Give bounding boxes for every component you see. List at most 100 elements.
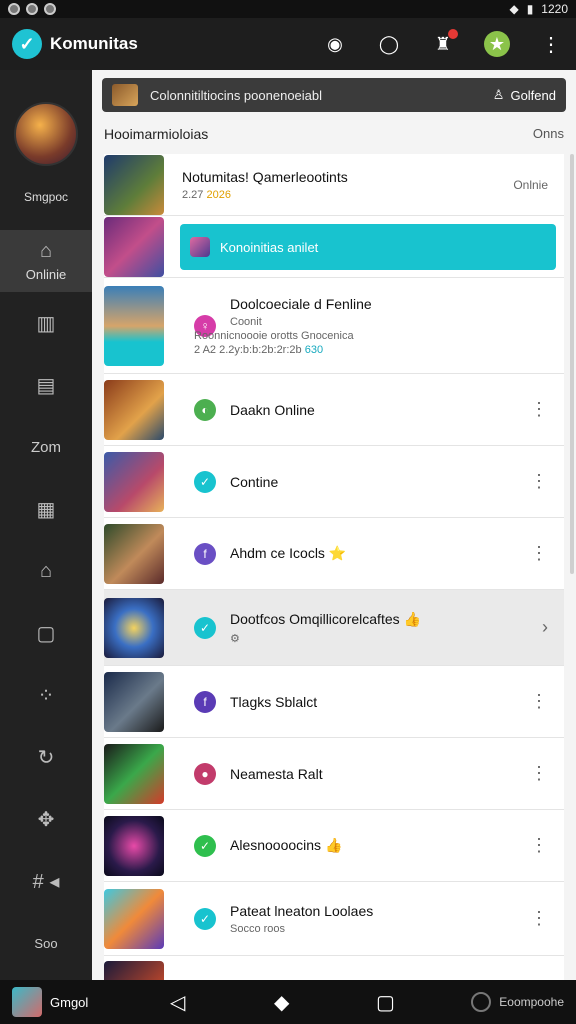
chevron-right-icon[interactable]: › — [542, 617, 548, 638]
status-time: 1220 — [541, 2, 568, 16]
notification-badge — [448, 29, 458, 39]
scrollbar[interactable] — [570, 154, 574, 574]
app-title: Komunitas — [50, 34, 138, 53]
row-more-icon[interactable]: ⋮ — [530, 399, 548, 420]
game-thumbnail — [104, 888, 164, 949]
sidebar-item-book[interactable]: ▥ — [0, 292, 92, 354]
game-thumbnail — [104, 154, 164, 215]
news-icon: ▦ — [36, 498, 56, 521]
row-title: Alesnoooocins 👍 — [230, 837, 343, 853]
row-more-icon[interactable]: ⋮ — [530, 835, 548, 856]
sidebar-item-hash[interactable]: # ◂ — [0, 850, 92, 912]
list-item[interactable]: ✓ Contine ⋮ — [104, 446, 564, 518]
battery-icon: ▮ — [526, 2, 534, 16]
app-logo-icon: ✓ — [12, 29, 42, 59]
sidebar-item-label: Soo — [34, 935, 58, 951]
row-title: Dootfcos Omqillicorelcaftes 👍 — [230, 610, 421, 627]
list-item[interactable]: f Ahdm ce Icocls ⭐ ⋮ — [104, 518, 564, 590]
list-item[interactable]: ✓ Dootfcos Omqillicorelcaftes 👍 ⚙ › — [104, 590, 564, 666]
notification-icon — [26, 3, 38, 15]
game-thumbnail — [104, 285, 164, 366]
row-more-icon[interactable]: ⋮ — [530, 691, 548, 712]
join-community-button[interactable]: Konoinitias anilet — [180, 224, 556, 270]
avatar-icon[interactable]: ★ — [484, 31, 510, 57]
row-more-icon[interactable]: ⋮ — [530, 763, 548, 784]
search-profile-button[interactable]: ♙ Golfend — [493, 87, 556, 103]
row-title: Pateat lneaton Loolaes — [230, 902, 374, 919]
sidebar-item-label: Zom — [31, 438, 61, 456]
search-text: Colonnitiltiocins poonenoeiabl — [150, 87, 323, 103]
list-item[interactable]: ✓ Alesnoooocins 👍 ⋮ — [104, 810, 564, 882]
list-header-title: Hooimarmioloias — [104, 126, 209, 142]
join-bar-label: Konoinitias anilet — [220, 239, 319, 255]
list-item[interactable]: Konoinitias anilet — [104, 216, 564, 278]
wifi-icon: ◆ — [509, 2, 519, 16]
search-right-label: Golfend — [510, 87, 556, 103]
recents-icon[interactable]: ▢ — [376, 990, 395, 1015]
row-subtitle: Socco roos — [230, 922, 286, 935]
settings-circle-icon[interactable] — [471, 992, 492, 1012]
status-bar: ◆ ▮ 1220 — [0, 0, 576, 18]
row-subtitle: ⚙ — [230, 632, 240, 645]
main-panel: Colonnitiltiocins poonenoeiabl ♙ Golfend… — [92, 70, 576, 980]
game-thumbnail — [104, 451, 164, 512]
game-thumbnail — [104, 379, 164, 440]
refresh-icon: ↻ — [37, 746, 55, 769]
sidebar-item-soo[interactable]: Soo — [0, 912, 92, 974]
community-icon: f — [194, 542, 216, 565]
sidebar-item-puzzle[interactable]: ✥ — [0, 788, 92, 850]
user-icon: ♙ — [492, 87, 505, 102]
sidebar-item-grid[interactable]: ▤ — [0, 354, 92, 416]
sidebar: Smgpoc ⌂ Onlinie ▥ ▤ Zom ▦ ⌂ ▢ ⁘ ↻ ✥ # ◂… — [0, 70, 92, 980]
row-status: Onlnie — [513, 177, 548, 192]
row-more-icon[interactable]: ⋮ — [530, 543, 548, 564]
row-title: Neamesta Ralt — [230, 765, 323, 782]
list-item[interactable]: f Tlagks Sblalct ⋮ — [104, 666, 564, 738]
group-icon: ⁘ — [37, 684, 55, 707]
list-item[interactable]: ♀ Doolcoeciale d Fenline Coonit Roonnicn… — [104, 278, 564, 374]
home-icon: ⌂ — [39, 240, 53, 262]
check-icon: ✓ — [194, 834, 216, 857]
list-item[interactable]: ✓ Pateat lneaton Loolaes Socco roos ⋮ — [104, 882, 564, 956]
profile-icon[interactable]: ◯ — [376, 31, 402, 57]
user-avatar[interactable] — [12, 987, 42, 1017]
row-description: Roonnicnoooie orotts Gnocenica — [194, 329, 354, 342]
bottom-username: Gmgol — [50, 994, 89, 1010]
row-title: Notumitas! Qamerleootints — [182, 168, 348, 185]
notification-icon — [44, 3, 56, 15]
row-title: Tlagks Sblalct — [230, 693, 318, 710]
notification-bell-icon[interactable]: ♜ — [430, 29, 458, 57]
row-subtitle: 2.27 2026 — [182, 188, 231, 201]
controller-icon[interactable]: ◉ — [322, 31, 348, 57]
list-header-filter[interactable]: Onns — [533, 126, 564, 142]
list-item[interactable] — [104, 956, 564, 980]
row-title: Contine — [230, 473, 279, 490]
row-more-icon[interactable]: ⋮ — [530, 908, 548, 929]
sidebar-item-group[interactable]: ⁘ — [0, 664, 92, 726]
sidebar-item-house[interactable]: ⌂ — [0, 540, 92, 602]
puzzle-icon: ✥ — [37, 808, 55, 831]
row-meta: 2 A2 2.2y:b:b:2b:2r:2b 630 — [194, 343, 324, 356]
search-bar[interactable]: Colonnitiltiocins poonenoeiabl ♙ Golfend — [102, 78, 566, 112]
row-subtitle: Coonit — [230, 315, 262, 328]
home-button-icon[interactable]: ◆ — [274, 990, 289, 1015]
sidebar-item-zom[interactable]: Zom — [0, 416, 92, 478]
list-item[interactable]: Notumitas! Qamerleootints 2.27 2026 Onln… — [104, 154, 564, 216]
grid-icon: ▤ — [36, 374, 56, 397]
list-item[interactable]: ● Neamesta Ralt ⋮ — [104, 738, 564, 810]
more-menu-icon[interactable]: ⋮ — [538, 31, 564, 57]
hash-icon: # ◂ — [32, 870, 60, 893]
row-title: Ahdm ce Icocls ⭐ — [230, 545, 347, 561]
sidebar-item-news[interactable]: ▦ — [0, 478, 92, 540]
back-icon[interactable]: ◁ — [170, 990, 185, 1015]
list-item[interactable]: ◐ Daakn Online ⋮ — [104, 374, 564, 446]
community-icon: f — [194, 690, 216, 713]
check-icon: ✓ — [194, 907, 216, 930]
sidebar-item-refresh[interactable]: ↻ — [0, 726, 92, 788]
sidebar-item-online[interactable]: ⌂ Onlinie — [0, 230, 92, 292]
profile-avatar[interactable] — [14, 102, 78, 166]
house-icon: ⌂ — [39, 559, 53, 582]
row-more-icon[interactable]: ⋮ — [530, 471, 548, 492]
sidebar-item-square[interactable]: ▢ — [0, 602, 92, 664]
community-icon: ◐ — [194, 398, 216, 421]
